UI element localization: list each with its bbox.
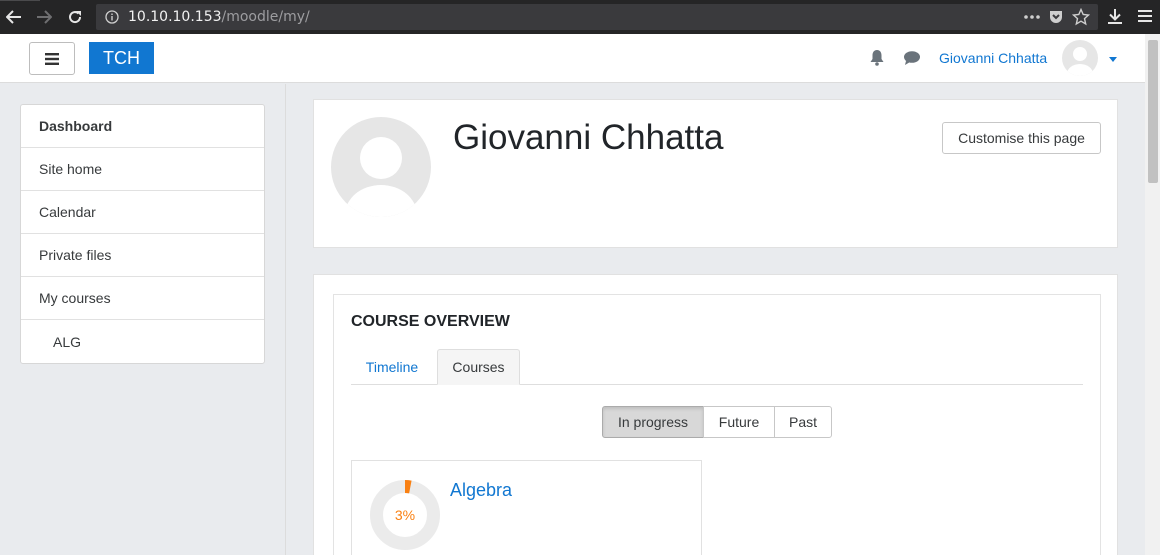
site-navbar: TCH Giovanni Chhatta xyxy=(0,34,1160,83)
course-progress-chart: 3% xyxy=(370,480,440,550)
progress-label: 3% xyxy=(395,507,415,523)
downloads-icon[interactable] xyxy=(1106,7,1124,30)
user-silhouette-icon xyxy=(345,137,417,217)
site-brand[interactable]: TCH xyxy=(89,42,154,74)
nav-item-course-alg[interactable]: ALG xyxy=(21,320,264,363)
filter-in-progress-button[interactable]: In progress xyxy=(602,406,704,438)
tab-timeline[interactable]: Timeline xyxy=(351,349,433,385)
course-filter-group: In progress Future Past xyxy=(602,406,832,438)
pocket-icon[interactable] xyxy=(1048,9,1064,30)
page-scrollbar[interactable] xyxy=(1145,34,1160,555)
url-path: /moodle/my/ xyxy=(221,9,310,25)
forward-button[interactable] xyxy=(35,7,53,27)
nav-item-private-files[interactable]: Private files xyxy=(21,234,264,277)
active-tab-indicator xyxy=(0,0,40,1)
menu-icon[interactable] xyxy=(1137,7,1153,30)
user-menu-caret-icon[interactable] xyxy=(1109,57,1117,62)
browser-toolbar: 10.10.10.153/moodle/my/ xyxy=(0,0,1160,34)
page-title: Giovanni Chhatta xyxy=(453,118,724,157)
page-header: Giovanni Chhatta Customise this page xyxy=(313,99,1118,248)
course-overview-block: COURSE OVERVIEW Timeline Courses In prog… xyxy=(333,294,1101,555)
course-card: 3% Algebra xyxy=(351,460,702,555)
nav-list: Dashboard Site home Calendar Private fil… xyxy=(20,104,265,364)
nav-item-calendar[interactable]: Calendar xyxy=(21,191,264,234)
address-url[interactable]: 10.10.10.153/moodle/my/ xyxy=(128,9,310,25)
course-name-link[interactable]: Algebra xyxy=(450,480,512,501)
nav-drawer: Dashboard Site home Calendar Private fil… xyxy=(0,84,286,555)
arrow-right-icon xyxy=(37,10,52,24)
reload-button[interactable] xyxy=(66,7,84,27)
main-region: COURSE OVERVIEW Timeline Courses In prog… xyxy=(313,274,1118,555)
hamburger-icon xyxy=(45,52,59,65)
notifications-bell-icon[interactable] xyxy=(869,49,885,71)
scrollbar-thumb[interactable] xyxy=(1148,40,1158,183)
url-host: 10.10.10.153 xyxy=(128,9,222,25)
site-info-icon[interactable] xyxy=(105,10,119,29)
address-bar[interactable]: 10.10.10.153/moodle/my/ xyxy=(96,4,1098,30)
profile-picture[interactable] xyxy=(331,117,431,217)
nav-item-my-courses[interactable]: My courses xyxy=(21,277,264,320)
reload-icon xyxy=(69,11,82,24)
page-actions-icon[interactable] xyxy=(1023,9,1041,30)
user-silhouette-icon xyxy=(1067,47,1093,76)
arrow-left-icon xyxy=(6,10,21,24)
filter-past-button[interactable]: Past xyxy=(774,406,832,438)
drawer-toggle-button[interactable] xyxy=(29,42,75,75)
nav-item-site-home[interactable]: Site home xyxy=(21,148,264,191)
nav-item-dashboard[interactable]: Dashboard xyxy=(21,105,264,148)
customise-page-button[interactable]: Customise this page xyxy=(942,122,1101,154)
back-button[interactable] xyxy=(5,7,23,27)
block-title: COURSE OVERVIEW xyxy=(351,313,510,330)
filter-future-button[interactable]: Future xyxy=(703,406,775,438)
tab-courses[interactable]: Courses xyxy=(437,349,520,385)
messages-chat-icon[interactable] xyxy=(903,50,921,71)
user-avatar[interactable] xyxy=(1062,40,1098,76)
bookmark-star-icon[interactable] xyxy=(1071,7,1091,31)
user-menu-name[interactable]: Giovanni Chhatta xyxy=(939,50,1047,66)
